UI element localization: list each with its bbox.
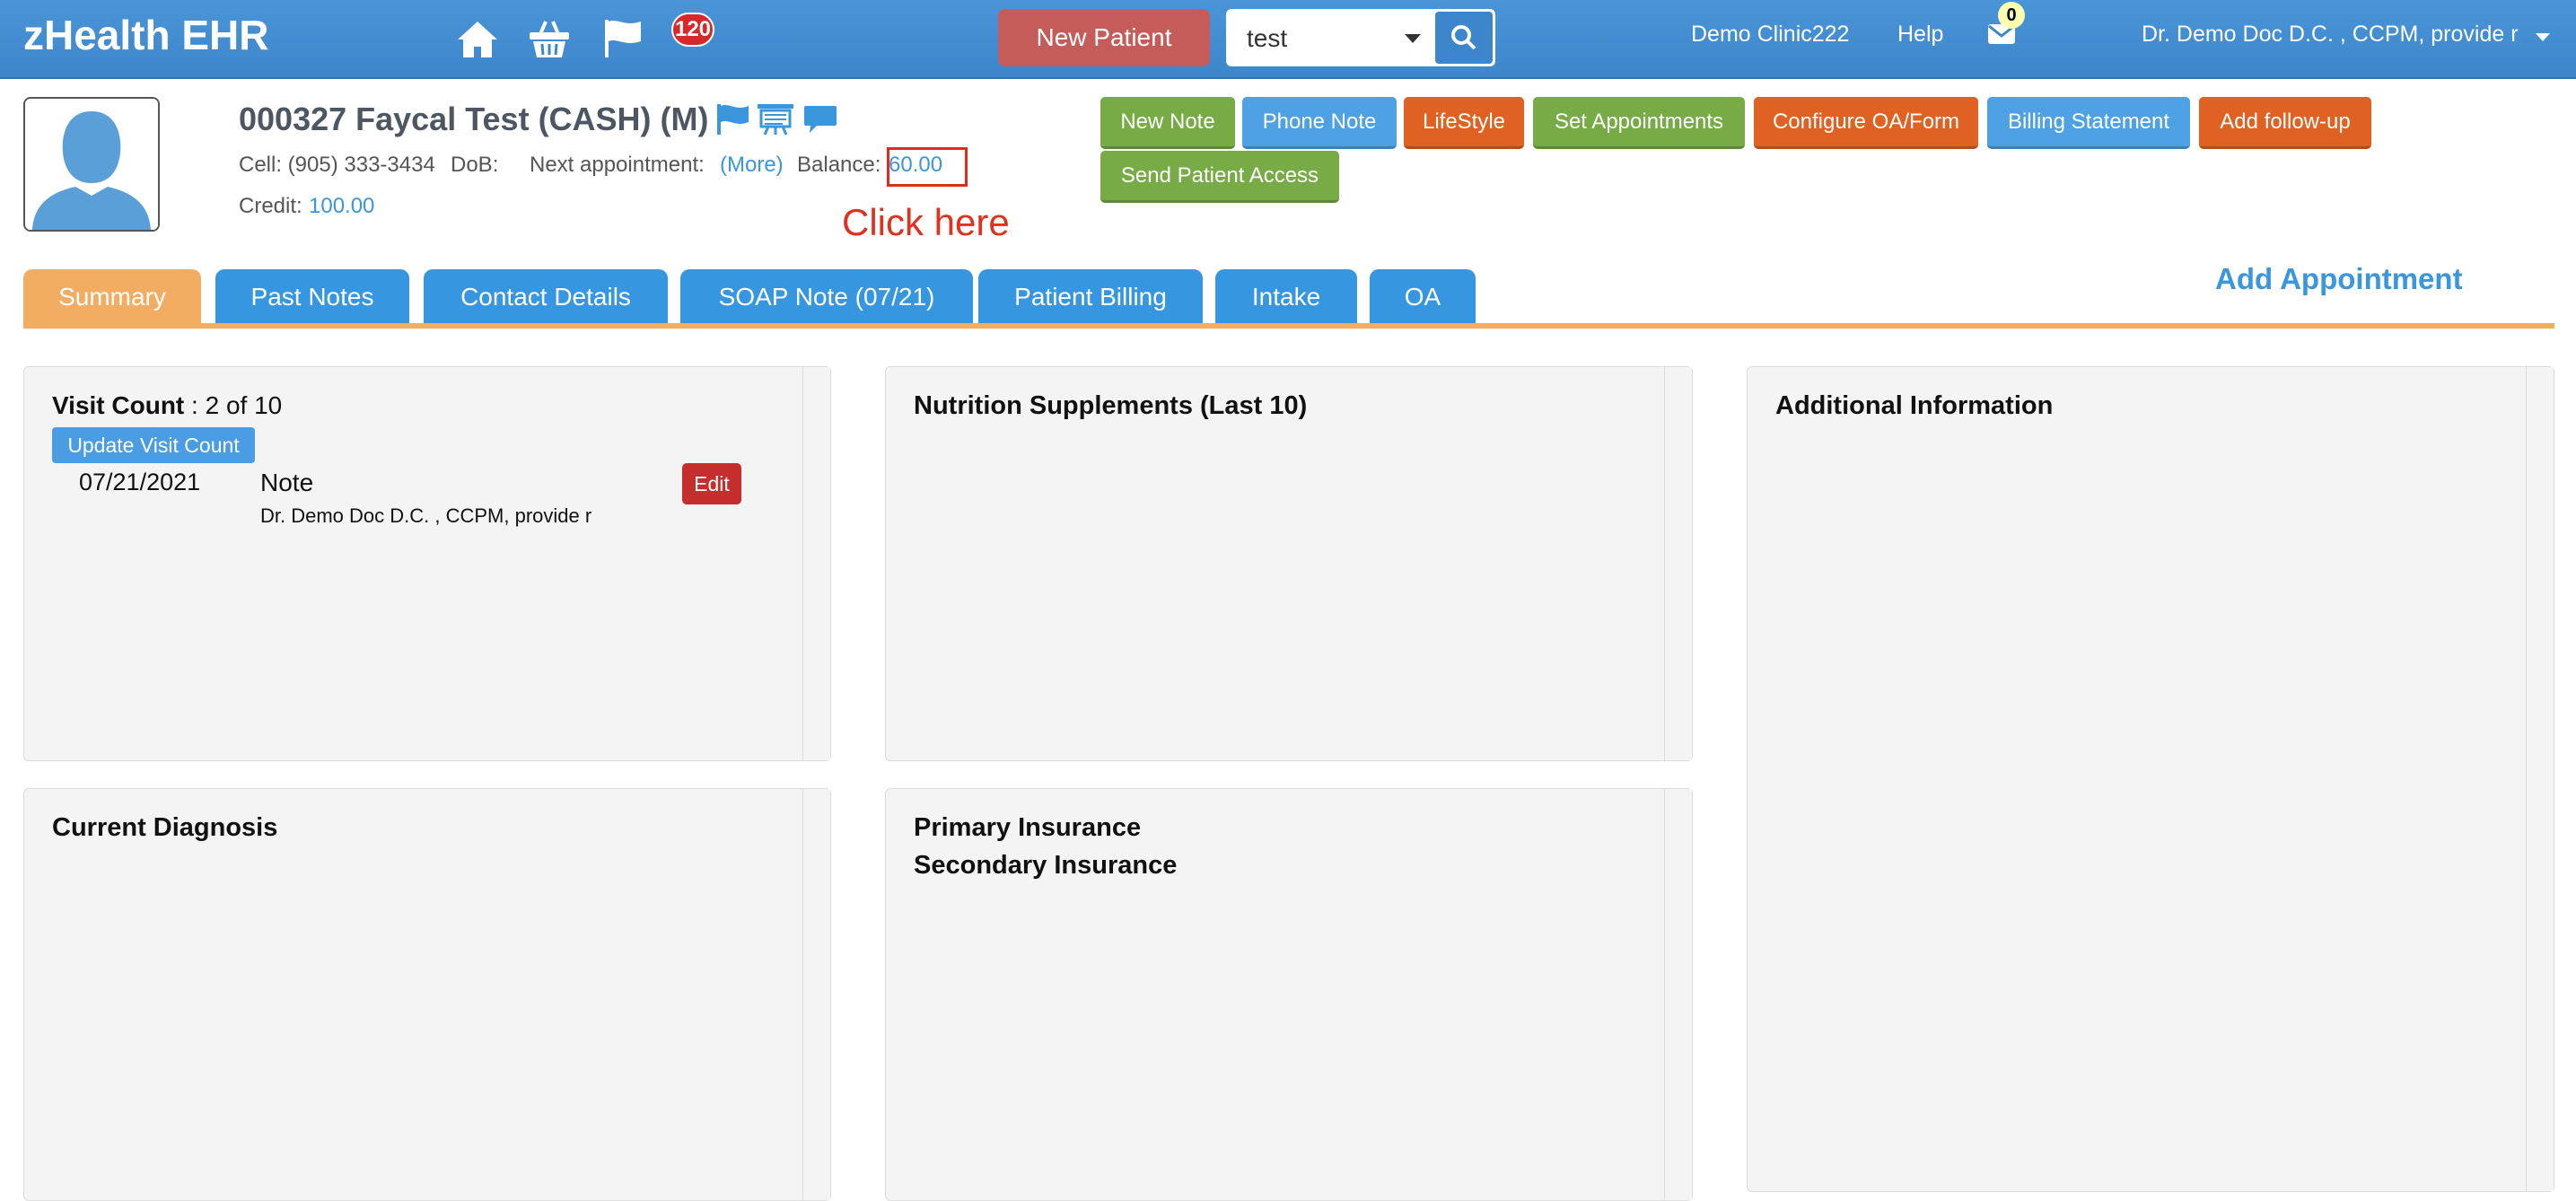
app-logo[interactable]: zHealth EHR xyxy=(23,11,268,59)
mail-count-badge[interactable]: 0 xyxy=(1998,2,2025,29)
user-menu[interactable]: Dr. Demo Doc D.C. , CCPM, provide r xyxy=(2142,22,2519,48)
patient-cell: Cell: (905) 333-3434 xyxy=(239,153,435,177)
set-appointments-button[interactable]: Set Appointments xyxy=(1533,97,1745,149)
notification-count-badge[interactable]: 120 xyxy=(671,13,714,47)
additional-information-title: Additional Information xyxy=(1775,391,2054,420)
basket-icon[interactable] xyxy=(526,16,573,61)
additional-information-panel xyxy=(1747,366,2554,1192)
flag-icon[interactable] xyxy=(714,101,750,136)
phone-note-button[interactable]: Phone Note xyxy=(1242,97,1397,149)
caret-down-icon[interactable] xyxy=(2533,27,2553,47)
visit-count-panel xyxy=(23,366,831,761)
scrollbar[interactable] xyxy=(1664,367,1692,760)
add-appointment-link[interactable]: Add Appointment xyxy=(2215,262,2463,296)
next-appointment-more-link[interactable]: (More) xyxy=(720,153,784,178)
caret-down-icon[interactable] xyxy=(1399,24,1426,51)
visit-provider: Dr. Demo Doc D.C. , CCPM, provide r xyxy=(260,504,592,527)
home-icon[interactable] xyxy=(454,16,501,61)
insurance-panel xyxy=(885,788,1693,1201)
scrollbar[interactable] xyxy=(1664,789,1692,1200)
patient-search xyxy=(1226,9,1495,66)
tab-soap-note[interactable]: SOAP Note (07/21) xyxy=(680,269,973,325)
new-note-button[interactable]: New Note xyxy=(1100,97,1235,149)
new-patient-button[interactable]: New Patient xyxy=(998,9,1210,66)
comment-icon[interactable] xyxy=(802,101,838,136)
send-patient-access-button[interactable]: Send Patient Access xyxy=(1100,151,1339,203)
visit-count-label: Visit Count xyxy=(52,391,185,419)
next-appointment-label: Next appointment: xyxy=(530,153,705,177)
add-follow-up-button[interactable]: Add follow-up xyxy=(2199,97,2371,149)
secondary-insurance-title: Secondary Insurance xyxy=(914,851,1178,880)
flag-icon[interactable] xyxy=(600,16,646,61)
scrollbar[interactable] xyxy=(802,367,830,760)
nutrition-supplements-panel xyxy=(885,366,1693,761)
nutrition-supplements-title: Nutrition Supplements (Last 10) xyxy=(914,391,1308,420)
update-visit-count-button[interactable]: Update Visit Count xyxy=(52,427,255,463)
scrollbar[interactable] xyxy=(2526,367,2554,1191)
tab-summary[interactable]: Summary xyxy=(23,269,201,325)
presentation-icon[interactable] xyxy=(756,101,795,136)
search-input[interactable] xyxy=(1229,12,1405,66)
help-link[interactable]: Help xyxy=(1897,22,1943,48)
visit-count-value: : 2 of 10 xyxy=(184,391,283,419)
top-navigation-bar: zHealth EHR 120 New Patient Demo Clinic2… xyxy=(0,0,2576,79)
visit-type[interactable]: Note xyxy=(260,469,313,497)
highlight-box xyxy=(887,147,968,187)
search-icon xyxy=(1451,25,1476,50)
tab-contact-details[interactable]: Contact Details xyxy=(424,269,668,325)
configure-oa-form-button[interactable]: Configure OA/Form xyxy=(1754,97,1978,149)
credit-value-link[interactable]: 100.00 xyxy=(309,194,374,219)
tab-oa[interactable]: OA xyxy=(1370,269,1476,325)
credit-label: Credit: xyxy=(239,194,302,218)
tab-intake[interactable]: Intake xyxy=(1215,269,1357,325)
tab-past-notes[interactable]: Past Notes xyxy=(215,269,409,325)
clinic-name[interactable]: Demo Clinic222 xyxy=(1691,22,1849,48)
visit-date: 07/21/2021 xyxy=(79,469,201,495)
billing-statement-button[interactable]: Billing Statement xyxy=(1987,97,2190,149)
lifestyle-button[interactable]: LifeStyle xyxy=(1404,97,1524,149)
tab-underline xyxy=(23,323,2554,329)
dob-label: DoB: xyxy=(451,153,499,177)
current-diagnosis-title: Current Diagnosis xyxy=(52,813,278,842)
visit-count: Visit Count : 2 of 10 xyxy=(52,391,282,420)
patient-avatar[interactable] xyxy=(23,97,160,232)
patient-name: 000327 Faycal Test (CASH) (M) xyxy=(239,101,709,137)
tab-patient-billing[interactable]: Patient Billing xyxy=(978,269,1203,325)
scrollbar[interactable] xyxy=(802,789,830,1200)
balance-label: Balance: xyxy=(797,153,881,177)
edit-button[interactable]: Edit xyxy=(682,463,741,504)
click-here-annotation: Click here xyxy=(842,201,1010,243)
search-button[interactable] xyxy=(1435,12,1493,64)
primary-insurance-title: Primary Insurance xyxy=(914,813,1142,842)
current-diagnosis-panel xyxy=(23,788,831,1201)
